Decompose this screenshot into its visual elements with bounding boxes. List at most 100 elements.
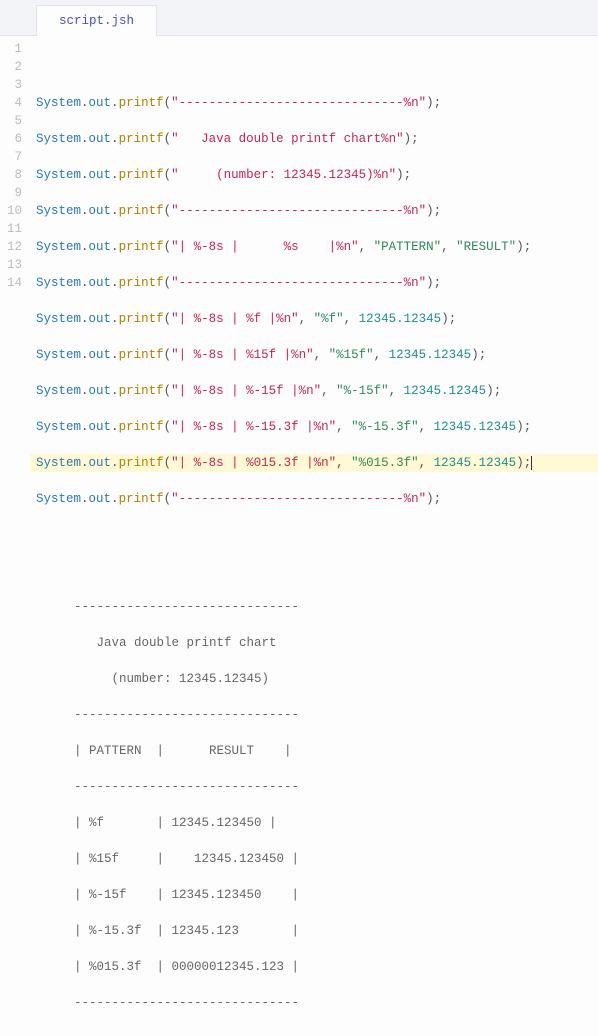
line-number: 5 [0, 112, 30, 130]
tok: 12345.12345 [434, 456, 517, 470]
code-line: System.out.printf("| %-8s | %s |%n", "PA… [36, 238, 598, 256]
tok: "%f" [314, 312, 344, 326]
output-line: | %f | 12345.123450 | [74, 814, 598, 832]
line-number: 11 [0, 220, 30, 238]
tok: "PATTERN" [374, 240, 442, 254]
tok: out [89, 240, 112, 254]
code-line: System.out.printf("---------------------… [36, 94, 598, 112]
tok: "------------------------------%n" [171, 96, 426, 110]
tok: 12345.12345 [359, 312, 442, 326]
line-number: 2 [0, 58, 30, 76]
tok: printf [119, 384, 164, 398]
tok: "| %-8s | %s |%n" [171, 240, 359, 254]
tok: "| %-8s | %-15.3f |%n" [171, 420, 336, 434]
line-number: 13 [0, 256, 30, 274]
line-number: 8 [0, 166, 30, 184]
tok: printf [119, 492, 164, 506]
tok: " (number: 12345.12345)%n" [171, 168, 396, 182]
tab-script[interactable]: script.jsh [36, 5, 157, 36]
output-line: | %15f | 12345.123450 | [74, 850, 598, 868]
tok: 12345.12345 [389, 348, 472, 362]
tok: out [89, 132, 112, 146]
output-line: ------------------------------ [74, 706, 598, 724]
tok: out [89, 420, 112, 434]
code-line: System.out.printf("| %-8s | %-15f |%n", … [36, 382, 598, 400]
tok: "------------------------------%n" [171, 276, 426, 290]
tok: printf [119, 312, 164, 326]
tok: "------------------------------%n" [171, 492, 426, 506]
tok: printf [119, 132, 164, 146]
tok: printf [119, 276, 164, 290]
line-number: 6 [0, 130, 30, 148]
code-area[interactable]: System.out.printf("---------------------… [30, 36, 598, 1036]
tok: "| %-8s | %15f |%n" [171, 348, 314, 362]
tok: out [89, 276, 112, 290]
tok: out [89, 204, 112, 218]
tok: "%-15.3f" [351, 420, 419, 434]
tok: out [89, 348, 112, 362]
tok: "| %-8s | %f |%n" [171, 312, 299, 326]
tab-label: script.jsh [59, 14, 134, 28]
tok: System [36, 420, 81, 434]
line-number: 7 [0, 148, 30, 166]
tok: System [36, 204, 81, 218]
tok: "| %-8s | %015.3f |%n" [171, 456, 336, 470]
tok: 12345.12345 [434, 420, 517, 434]
code-line: System.out.printf("| %-8s | %-15.3f |%n"… [36, 418, 598, 436]
line-number: 12 [0, 238, 30, 256]
tok: "%15f" [329, 348, 374, 362]
line-number: 4 [0, 94, 30, 112]
output-line: ------------------------------ [74, 994, 598, 1012]
tok: printf [119, 96, 164, 110]
tok: System [36, 348, 81, 362]
tok: System [36, 240, 81, 254]
tab-bar: script.jsh [0, 0, 598, 36]
code-line: System.out.printf("| %-8s | %f |%n", "%f… [36, 310, 598, 328]
tok: "------------------------------%n" [171, 204, 426, 218]
code-line: System.out.printf("---------------------… [36, 202, 598, 220]
tok: printf [119, 420, 164, 434]
line-number: 9 [0, 184, 30, 202]
tok: out [89, 168, 112, 182]
tok: System [36, 96, 81, 110]
tok: 12345.12345 [404, 384, 487, 398]
tok: out [89, 312, 112, 326]
line-number: 10 [0, 202, 30, 220]
output-line: (number: 12345.12345) [74, 670, 598, 688]
tok: System [36, 312, 81, 326]
output-line: Java double printf chart [74, 634, 598, 652]
tok: printf [119, 240, 164, 254]
tok: System [36, 384, 81, 398]
code-line: System.out.printf(" Java double printf c… [36, 130, 598, 148]
tok: "%015.3f" [351, 456, 419, 470]
tok: out [89, 492, 112, 506]
code-line: System.out.printf("| %-8s | %15f |%n", "… [36, 346, 598, 364]
code-line: System.out.printf("---------------------… [36, 490, 598, 508]
tok: "RESULT" [456, 240, 516, 254]
output-line: ------------------------------ [74, 598, 598, 616]
tok: out [89, 96, 112, 110]
tok: System [36, 456, 81, 470]
output-line: | PATTERN | RESULT | [74, 742, 598, 760]
tok: printf [119, 204, 164, 218]
tok: System [36, 168, 81, 182]
line-number: 3 [0, 76, 30, 94]
tok: printf [119, 456, 164, 470]
code-line-highlighted: System.out.printf("| %-8s | %015.3f |%n"… [30, 454, 598, 472]
code-line: System.out.printf(" (number: 12345.12345… [36, 166, 598, 184]
tok: "| %-8s | %-15f |%n" [171, 384, 321, 398]
line-gutter: 1 2 3 4 5 6 7 8 9 10 11 12 13 14 [0, 36, 30, 1036]
tok: printf [119, 168, 164, 182]
code-line [36, 526, 598, 544]
output-line: | %-15f | 12345.123450 | [74, 886, 598, 904]
tok: System [36, 492, 81, 506]
console-output: ------------------------------ Java doub… [74, 580, 598, 1030]
code-editor[interactable]: 1 2 3 4 5 6 7 8 9 10 11 12 13 14 System.… [0, 36, 598, 1036]
tok: " Java double printf chart%n" [171, 132, 404, 146]
code-line [36, 58, 598, 76]
tok: out [89, 456, 112, 470]
line-number: 1 [0, 40, 30, 58]
code-line: System.out.printf("---------------------… [36, 274, 598, 292]
output-line: | %-15.3f | 12345.123 | [74, 922, 598, 940]
line-number: 14 [0, 274, 30, 292]
